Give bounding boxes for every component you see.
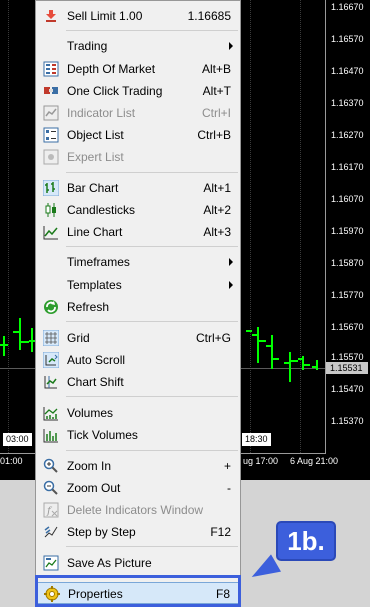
- price-label: 1.16270: [331, 130, 364, 140]
- volumes-icon: [43, 405, 59, 421]
- menu-separator: [66, 450, 238, 451]
- tick-volumes-icon: [43, 427, 59, 443]
- menu-item-sell-limit[interactable]: Sell Limit 1.00 1.16685: [37, 5, 239, 27]
- menu-item-zoom-out[interactable]: Zoom Out -: [37, 477, 239, 499]
- menu-item-delete-indicators-window[interactable]: f Delete Indicators Window: [37, 499, 239, 521]
- price-label: 1.15770: [331, 290, 364, 300]
- crosshair-time-label: 03:00: [3, 433, 32, 446]
- chart-grid-line: [8, 0, 9, 453]
- menu-item-zoom-in[interactable]: Zoom In +: [37, 455, 239, 477]
- crosshair-time-label: 18:30: [242, 433, 271, 446]
- menu-separator: [66, 546, 238, 547]
- menu-item-step-by-step[interactable]: Step by Step F12: [37, 521, 239, 543]
- price-bar: [257, 327, 259, 363]
- price-label: 1.16570: [331, 34, 364, 44]
- menu-item-tick-volumes[interactable]: Tick Volumes: [37, 424, 239, 446]
- expert-list-icon: [43, 149, 59, 165]
- line-chart-icon: [43, 224, 59, 240]
- candlesticks-icon: [43, 202, 59, 218]
- price-bar: [271, 335, 273, 369]
- price-bar: [13, 331, 21, 333]
- chart-context-menu: Sell Limit 1.00 1.16685 Trading Depth Of…: [35, 0, 241, 607]
- chart-grid-line: [250, 0, 251, 453]
- price-bar: [273, 358, 279, 360]
- bar-chart-icon: [42, 179, 60, 197]
- indicator-list-icon: [43, 105, 59, 121]
- price-label: 1.16470: [331, 66, 364, 76]
- price-label: 1.15370: [331, 416, 364, 426]
- price-bar: [291, 360, 298, 362]
- chart-shift-icon: [43, 374, 59, 390]
- menu-separator: [66, 321, 238, 322]
- price-label: 1.15970: [331, 226, 364, 236]
- menu-item-trading[interactable]: Trading: [37, 35, 239, 57]
- menu-separator: [66, 172, 238, 173]
- price-label: 1.16370: [331, 98, 364, 108]
- sell-limit-arrow-icon: [43, 8, 59, 24]
- depth-of-market-icon: [43, 61, 59, 77]
- menu-item-auto-scroll[interactable]: Auto Scroll: [37, 349, 239, 371]
- zoom-in-icon: [43, 458, 59, 474]
- menu-item-volumes[interactable]: Volumes: [37, 402, 239, 424]
- one-click-trading-icon: [43, 83, 59, 99]
- grid-icon: [42, 329, 60, 347]
- save-as-picture-icon: [43, 555, 59, 571]
- time-label: 01:00: [0, 456, 23, 466]
- price-axis: [325, 0, 326, 453]
- annotation-highlight-box: [35, 575, 241, 607]
- price-bar: [289, 352, 291, 382]
- submenu-arrow-icon: [229, 42, 233, 50]
- price-bar: [284, 362, 289, 364]
- price-bar: [259, 340, 266, 342]
- menu-item-depth-of-market[interactable]: Depth Of Market Alt+B: [37, 58, 239, 80]
- menu-item-object-list[interactable]: Object List Ctrl+B: [37, 124, 239, 146]
- chart-grid-line: [300, 0, 301, 453]
- price-bar: [19, 318, 21, 350]
- menu-item-bar-chart[interactable]: Bar Chart Alt+1: [37, 177, 239, 199]
- price-bar: [312, 366, 318, 368]
- menu-item-refresh[interactable]: Refresh: [37, 296, 239, 318]
- menu-separator: [66, 30, 238, 31]
- menu-item-save-as-picture[interactable]: Save As Picture: [37, 552, 239, 574]
- menu-item-line-chart[interactable]: Line Chart Alt+3: [37, 221, 239, 243]
- price-bar: [316, 360, 318, 370]
- menu-item-one-click-trading[interactable]: One Click Trading Alt+T: [37, 80, 239, 102]
- delete-indicators-icon: f: [43, 502, 59, 518]
- menu-separator: [66, 246, 238, 247]
- menu-item-expert-list[interactable]: Expert List: [37, 146, 239, 168]
- price-bar: [3, 336, 5, 356]
- step-by-step-icon: [43, 524, 59, 540]
- menu-item-candlesticks[interactable]: Candlesticks Alt+2: [37, 199, 239, 221]
- submenu-arrow-icon: [229, 281, 233, 289]
- price-bar: [302, 356, 304, 370]
- refresh-icon: [43, 299, 59, 315]
- price-bar: [246, 330, 252, 332]
- menu-item-grid[interactable]: Grid Ctrl+G: [37, 327, 239, 349]
- price-bar: [252, 334, 259, 336]
- annotation-callout: 1b.: [276, 521, 336, 561]
- menu-item-templates[interactable]: Templates: [37, 274, 239, 296]
- price-bar: [266, 345, 271, 347]
- bid-price-label: 1.15531: [326, 362, 368, 374]
- auto-scroll-icon: [42, 351, 60, 369]
- price-label: 1.16670: [331, 2, 364, 12]
- price-bar: [0, 344, 8, 346]
- time-label: ug 17:00: [243, 456, 279, 466]
- price-bar: [298, 358, 302, 360]
- submenu-arrow-icon: [229, 258, 233, 266]
- price-label: 1.15670: [331, 322, 364, 332]
- zoom-out-icon: [43, 480, 59, 496]
- price-label: 1.15870: [331, 258, 364, 268]
- object-list-icon: [43, 127, 59, 143]
- time-label: 6 Aug 21:00: [290, 456, 339, 466]
- menu-item-chart-shift[interactable]: Chart Shift: [37, 371, 239, 393]
- price-label: 1.15470: [331, 384, 364, 394]
- price-bar: [304, 364, 310, 366]
- menu-item-indicator-list[interactable]: Indicator List Ctrl+I: [37, 102, 239, 124]
- menu-separator: [66, 396, 238, 397]
- price-label: 1.16170: [331, 162, 364, 172]
- price-label: 1.16070: [331, 194, 364, 204]
- price-bar: [21, 341, 29, 343]
- menu-item-timeframes[interactable]: Timeframes: [37, 251, 239, 273]
